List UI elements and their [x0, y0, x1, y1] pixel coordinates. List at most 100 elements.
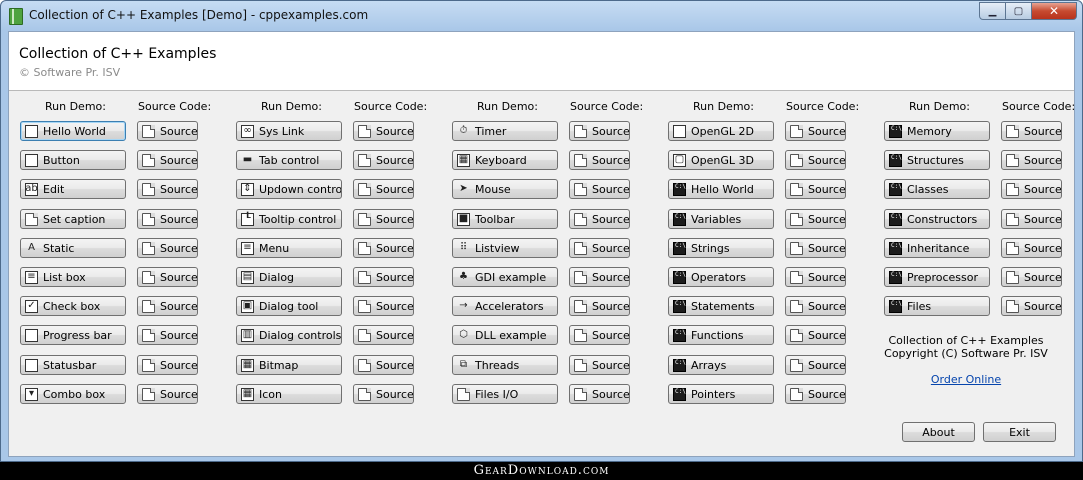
source-button[interactable]: Source: [137, 238, 198, 258]
demo-button[interactable]: ▢ OpenGL 3D: [668, 150, 774, 170]
demo-button[interactable]: ┖ Tooltip control: [236, 209, 342, 229]
demo-button[interactable]: C:\ Functions: [668, 325, 774, 345]
source-button[interactable]: Source: [1001, 296, 1062, 316]
demo-button[interactable]: ⬡ DLL example: [452, 325, 558, 345]
source-button[interactable]: Source: [137, 150, 198, 170]
demo-button[interactable]: ✓ Check box: [20, 296, 126, 316]
source-button[interactable]: Source: [137, 121, 198, 141]
about-button[interactable]: About: [902, 422, 975, 442]
source-button[interactable]: Source: [785, 325, 846, 345]
demo-button[interactable]: Hello World: [20, 121, 126, 141]
demo-button[interactable]: C:\ Classes: [884, 179, 990, 199]
demo-button[interactable]: C:\ Strings: [668, 238, 774, 258]
source-button[interactable]: Source: [785, 296, 846, 316]
demo-button[interactable]: ▣ Dialog tool: [236, 296, 342, 316]
close-button[interactable]: ✕: [1032, 2, 1077, 20]
source-button[interactable]: Source: [137, 267, 198, 287]
source-button[interactable]: Source: [353, 150, 414, 170]
source-button[interactable]: Source: [353, 238, 414, 258]
demo-button[interactable]: C:\ Constructors: [884, 209, 990, 229]
source-button[interactable]: Source: [785, 267, 846, 287]
source-button[interactable]: Source: [569, 355, 630, 375]
demo-button[interactable]: Progress bar: [20, 325, 126, 345]
source-button[interactable]: Source: [1001, 150, 1062, 170]
demo-button[interactable]: C:\ Hello World: [668, 179, 774, 199]
source-button[interactable]: Source: [137, 296, 198, 316]
demo-button[interactable]: OpenGL 2D: [668, 121, 774, 141]
demo-button[interactable]: Button: [20, 150, 126, 170]
minimize-button[interactable]: ▁: [979, 2, 1006, 20]
source-button[interactable]: Source: [569, 238, 630, 258]
demo-button[interactable]: C:\ Inheritance: [884, 238, 990, 258]
demo-button[interactable]: ab Edit: [20, 179, 126, 199]
source-button[interactable]: Source: [353, 209, 414, 229]
demo-button[interactable]: ▾ Combo box: [20, 384, 126, 404]
demo-button[interactable]: ∞ Sys Link: [236, 121, 342, 141]
demo-button[interactable]: ♣ GDI example: [452, 267, 558, 287]
title-bar[interactable]: Collection of C++ Examples [Demo] - cppe…: [1, 1, 1082, 31]
demo-button[interactable]: → Accelerators: [452, 296, 558, 316]
source-button[interactable]: Source: [353, 325, 414, 345]
source-button[interactable]: Source: [353, 296, 414, 316]
source-button[interactable]: Source: [785, 121, 846, 141]
source-button[interactable]: Source: [569, 209, 630, 229]
demo-button[interactable]: ⏱ Timer: [452, 121, 558, 141]
source-button[interactable]: Source: [569, 296, 630, 316]
demo-button[interactable]: Statusbar: [20, 355, 126, 375]
source-button[interactable]: Source: [785, 150, 846, 170]
demo-button[interactable]: Files I/O: [452, 384, 558, 404]
demo-button[interactable]: Set caption: [20, 209, 126, 229]
order-online-link[interactable]: Order Online: [881, 373, 1051, 386]
demo-button[interactable]: ▥ Dialog controls: [236, 325, 342, 345]
demo-button[interactable]: C:\ Preprocessor: [884, 267, 990, 287]
demo-button[interactable]: C:\ Variables: [668, 209, 774, 229]
source-button[interactable]: Source: [1001, 179, 1062, 199]
source-button[interactable]: Source: [569, 179, 630, 199]
demo-button[interactable]: ▦ Keyboard: [452, 150, 558, 170]
demo-button[interactable]: C:\ Memory: [884, 121, 990, 141]
demo-button[interactable]: ▦ Bitmap: [236, 355, 342, 375]
source-button[interactable]: Source: [785, 209, 846, 229]
source-button[interactable]: Source: [137, 179, 198, 199]
source-button[interactable]: Source: [137, 384, 198, 404]
source-button[interactable]: Source: [353, 179, 414, 199]
source-button[interactable]: Source: [785, 384, 846, 404]
source-button[interactable]: Source: [137, 209, 198, 229]
demo-button[interactable]: C:\ Operators: [668, 267, 774, 287]
source-button[interactable]: Source: [137, 325, 198, 345]
maximize-button[interactable]: ▢: [1006, 2, 1032, 20]
source-button[interactable]: Source: [785, 355, 846, 375]
demo-button[interactable]: ≡ List box: [20, 267, 126, 287]
demo-button[interactable]: ⇕ Updown control: [236, 179, 342, 199]
demo-button[interactable]: C:\ Files: [884, 296, 990, 316]
source-button[interactable]: Source: [353, 355, 414, 375]
source-button[interactable]: Source: [569, 121, 630, 141]
source-button[interactable]: Source: [569, 267, 630, 287]
demo-button[interactable]: ▤ Dialog: [236, 267, 342, 287]
exit-button[interactable]: Exit: [983, 422, 1056, 442]
demo-button[interactable]: C:\ Structures: [884, 150, 990, 170]
source-button[interactable]: Source: [569, 150, 630, 170]
demo-button[interactable]: ⧉ Threads: [452, 355, 558, 375]
source-button[interactable]: Source: [785, 179, 846, 199]
source-button[interactable]: Source: [1001, 209, 1062, 229]
demo-button[interactable]: A Static: [20, 238, 126, 258]
source-button[interactable]: Source: [353, 384, 414, 404]
demo-button[interactable]: C:\ Statements: [668, 296, 774, 316]
source-button[interactable]: Source: [785, 238, 846, 258]
source-button[interactable]: Source: [1001, 121, 1062, 141]
source-button[interactable]: Source: [1001, 267, 1062, 287]
demo-button[interactable]: ≡ Menu: [236, 238, 342, 258]
source-button[interactable]: Source: [569, 325, 630, 345]
source-button[interactable]: Source: [137, 355, 198, 375]
source-button[interactable]: Source: [569, 384, 630, 404]
demo-button[interactable]: ■ Toolbar: [452, 209, 558, 229]
source-button[interactable]: Source: [1001, 238, 1062, 258]
source-button[interactable]: Source: [353, 121, 414, 141]
source-button[interactable]: Source: [353, 267, 414, 287]
demo-button[interactable]: C:\ Pointers: [668, 384, 774, 404]
demo-button[interactable]: ⠿ Listview: [452, 238, 558, 258]
demo-button[interactable]: ▬ Tab control: [236, 150, 342, 170]
demo-button[interactable]: C:\ Arrays: [668, 355, 774, 375]
demo-button[interactable]: ➤ Mouse: [452, 179, 558, 199]
